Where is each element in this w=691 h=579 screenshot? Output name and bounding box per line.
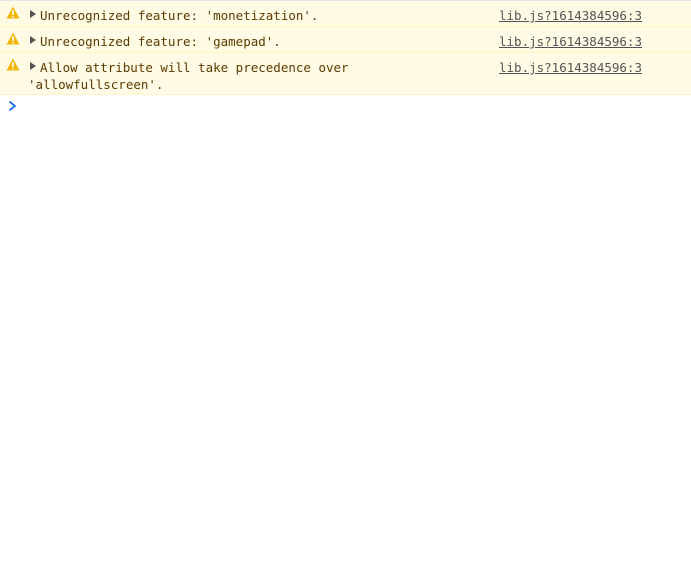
warning-icon <box>6 6 20 19</box>
expand-arrow-icon[interactable] <box>30 62 36 70</box>
warning-icon <box>6 32 20 45</box>
source-link[interactable]: lib.js?1614384596:3 <box>499 59 642 76</box>
console-message[interactable]: Allow attribute will take precedence ove… <box>0 53 691 95</box>
warning-icon <box>6 58 20 71</box>
chevron-right-icon <box>9 101 16 111</box>
console-prompt[interactable] <box>0 95 691 121</box>
expand-arrow-icon[interactable] <box>30 36 36 44</box>
console-message[interactable]: Unrecognized feature: 'gamepad'. lib.js?… <box>0 27 691 53</box>
message-text: Allow attribute will take precedence ove… <box>40 60 349 75</box>
expand-arrow-icon[interactable] <box>30 10 36 18</box>
source-link[interactable]: lib.js?1614384596:3 <box>499 7 642 24</box>
console-message[interactable]: Unrecognized feature: 'monetization'. li… <box>0 1 691 27</box>
message-text-continuation: 'allowfullscreen'. <box>28 77 164 92</box>
source-link[interactable]: lib.js?1614384596:3 <box>499 33 642 50</box>
console-panel: Unrecognized feature: 'monetization'. li… <box>0 0 691 579</box>
message-text: Unrecognized feature: 'gamepad'. <box>40 34 281 49</box>
message-text: Unrecognized feature: 'monetization'. <box>40 8 319 23</box>
